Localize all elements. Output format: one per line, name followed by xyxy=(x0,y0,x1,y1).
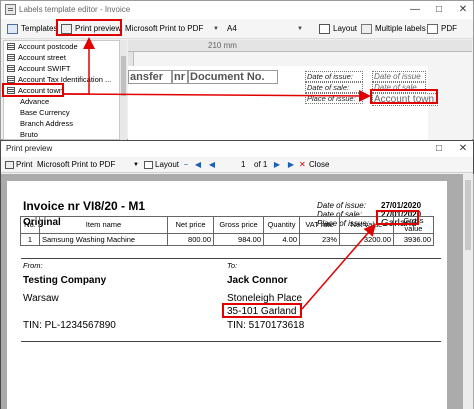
arrow-to-place-of-issue xyxy=(301,223,376,310)
arrow-to-account-town-field xyxy=(63,89,371,102)
annotation-arrows xyxy=(63,37,376,310)
